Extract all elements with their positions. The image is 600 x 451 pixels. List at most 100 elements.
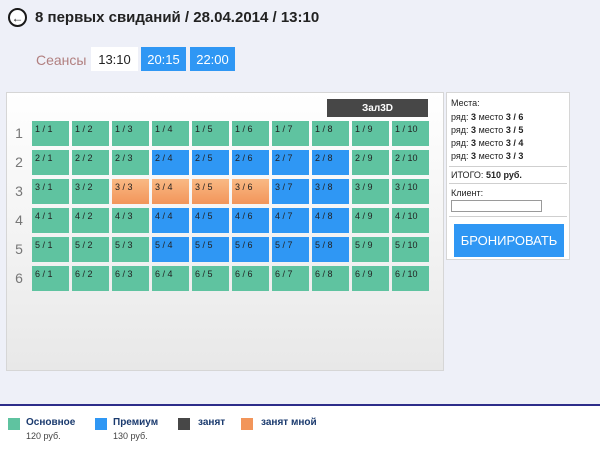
seat-premium[interactable]: 2 / 6 (232, 150, 269, 175)
book-button[interactable]: БРОНИРОВАТЬ (454, 224, 564, 257)
seat-basic[interactable]: 5 / 1 (32, 237, 69, 262)
seat-basic[interactable]: 1 / 7 (272, 121, 309, 146)
seat-basic[interactable]: 1 / 3 (112, 121, 149, 146)
seat-basic[interactable]: 2 / 10 (392, 150, 429, 175)
seat-mine[interactable]: 3 / 5 (192, 179, 229, 204)
seat-premium[interactable]: 5 / 6 (232, 237, 269, 262)
seat-premium[interactable]: 5 / 7 (272, 237, 309, 262)
seat-basic[interactable]: 6 / 4 (152, 266, 189, 291)
seat-basic[interactable]: 4 / 2 (72, 208, 109, 233)
place-label: место (478, 125, 504, 135)
seat-basic[interactable]: 4 / 1 (32, 208, 69, 233)
seat-premium[interactable]: 3 / 8 (312, 179, 349, 204)
seat-basic[interactable]: 5 / 10 (392, 237, 429, 262)
legend-swatch-mine (241, 418, 253, 430)
session-button[interactable]: 22:00 (190, 47, 235, 71)
seat-premium[interactable]: 4 / 7 (272, 208, 309, 233)
seat-basic[interactable]: 6 / 2 (72, 266, 109, 291)
booking-screen: ← 8 первых свиданий / 28.04.2014 / 13:10… (0, 0, 600, 404)
total-label: ИТОГО: (451, 170, 484, 180)
legend-label-taken: занят (198, 417, 226, 428)
seat-mine[interactable]: 3 / 4 (152, 179, 189, 204)
row-number: 5 (15, 241, 23, 257)
row-label: ряд: (451, 138, 469, 148)
places-label: Места: (451, 98, 480, 108)
seat-basic[interactable]: 1 / 6 (232, 121, 269, 146)
seat-basic[interactable]: 6 / 6 (232, 266, 269, 291)
session-button-selected[interactable]: 13:10 (91, 47, 138, 71)
seat-basic[interactable]: 1 / 2 (72, 121, 109, 146)
arrow-left-icon: ← (11, 10, 24, 25)
seat-premium[interactable]: 2 / 7 (272, 150, 309, 175)
page-title: 8 первых свиданий / 28.04.2014 / 13:10 (35, 9, 320, 26)
row-label: ряд: (451, 125, 469, 135)
seat-premium[interactable]: 5 / 4 (152, 237, 189, 262)
seat-value: 3 / 3 (505, 151, 524, 161)
seat-premium[interactable]: 4 / 4 (152, 208, 189, 233)
seat-basic[interactable]: 3 / 9 (352, 179, 389, 204)
order-total: ИТОГО: 510 руб. (451, 170, 522, 180)
seat-basic[interactable]: 3 / 2 (72, 179, 109, 204)
seat-basic[interactable]: 6 / 7 (272, 266, 309, 291)
seat-value: 3 / 5 (505, 125, 524, 135)
selected-place: ряд: 3 место 3 / 4 (451, 138, 523, 148)
divider (449, 216, 567, 217)
seat-basic[interactable]: 4 / 3 (112, 208, 149, 233)
row-value: 3 (471, 125, 477, 135)
seat-basic[interactable]: 6 / 10 (392, 266, 429, 291)
sessions-label: Сеансы : (36, 52, 95, 68)
legend-price-premium: 130 руб. (113, 431, 148, 441)
row-number: 6 (15, 270, 23, 286)
seat-premium[interactable]: 2 / 5 (192, 150, 229, 175)
row-number: 4 (15, 212, 23, 228)
seat-premium[interactable]: 4 / 8 (312, 208, 349, 233)
seat-premium[interactable]: 5 / 8 (312, 237, 349, 262)
seat-basic[interactable]: 1 / 5 (192, 121, 229, 146)
seat-basic[interactable]: 6 / 1 (32, 266, 69, 291)
selected-place: ряд: 3 место 3 / 3 (451, 151, 523, 161)
seat-basic[interactable]: 1 / 9 (352, 121, 389, 146)
seat-basic[interactable]: 3 / 1 (32, 179, 69, 204)
row-label: ряд: (451, 151, 469, 161)
seat-basic[interactable]: 5 / 9 (352, 237, 389, 262)
seat-basic[interactable]: 1 / 4 (152, 121, 189, 146)
seat-basic[interactable]: 1 / 10 (392, 121, 429, 146)
seat-basic[interactable]: 5 / 3 (112, 237, 149, 262)
session-button[interactable]: 20:15 (141, 47, 186, 71)
place-label: место (478, 112, 504, 122)
seat-basic[interactable]: 1 / 1 (32, 121, 69, 146)
back-button[interactable]: ← (8, 8, 27, 27)
seat-basic[interactable]: 2 / 1 (32, 150, 69, 175)
seat-basic[interactable]: 2 / 2 (72, 150, 109, 175)
seat-basic[interactable]: 6 / 8 (312, 266, 349, 291)
row-value: 3 (471, 151, 477, 161)
client-input[interactable] (451, 200, 542, 212)
legend-price-basic: 120 руб. (26, 431, 61, 441)
hall-name: Зал3D (327, 99, 428, 117)
seat-basic[interactable]: 1 / 8 (312, 121, 349, 146)
row-value: 3 (471, 138, 477, 148)
selected-place: ряд: 3 место 3 / 6 (451, 112, 523, 122)
seat-premium[interactable]: 4 / 5 (192, 208, 229, 233)
total-value: 510 руб. (485, 170, 522, 180)
seat-basic[interactable]: 5 / 2 (72, 237, 109, 262)
row-number: 3 (15, 183, 23, 199)
seat-premium[interactable]: 5 / 5 (192, 237, 229, 262)
seat-basic[interactable]: 3 / 10 (392, 179, 429, 204)
seat-premium[interactable]: 2 / 4 (152, 150, 189, 175)
legend-swatch-taken (178, 418, 190, 430)
seat-premium[interactable]: 4 / 6 (232, 208, 269, 233)
seat-premium[interactable]: 3 / 7 (272, 179, 309, 204)
seat-premium[interactable]: 2 / 8 (312, 150, 349, 175)
seat-mine[interactable]: 3 / 6 (232, 179, 269, 204)
seat-basic[interactable]: 2 / 9 (352, 150, 389, 175)
seat-basic[interactable]: 6 / 5 (192, 266, 229, 291)
seat-basic[interactable]: 2 / 3 (112, 150, 149, 175)
seat-basic[interactable]: 6 / 3 (112, 266, 149, 291)
seat-mine[interactable]: 3 / 3 (112, 179, 149, 204)
seat-basic[interactable]: 4 / 9 (352, 208, 389, 233)
row-value: 3 (471, 112, 477, 122)
seat-basic[interactable]: 4 / 10 (392, 208, 429, 233)
seat-basic[interactable]: 6 / 9 (352, 266, 389, 291)
divider (449, 166, 567, 167)
